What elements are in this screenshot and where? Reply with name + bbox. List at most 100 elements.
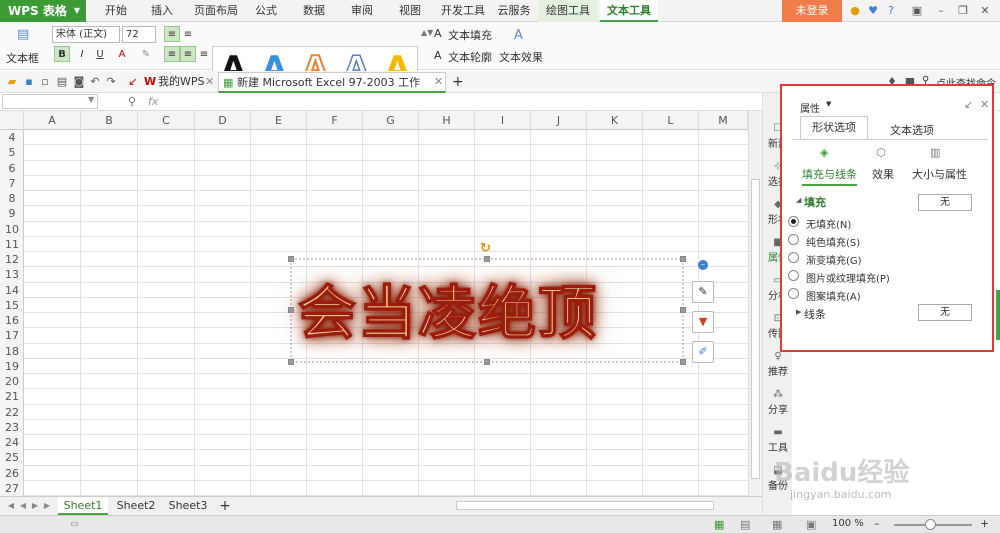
name-box[interactable] [2, 94, 98, 109]
panel-close-icon[interactable]: ✕ [980, 98, 989, 111]
resize-handle[interactable] [484, 359, 490, 365]
menu-insert[interactable]: 插入 [140, 0, 184, 22]
align-right-icon[interactable]: ≡ [196, 46, 212, 62]
row-header[interactable]: 26 [0, 466, 23, 481]
line-section-header[interactable]: 线条 [804, 306, 826, 322]
font-size-select[interactable]: 72 [122, 26, 156, 43]
minimize-icon[interactable]: – [934, 4, 948, 18]
select-all-corner[interactable] [0, 111, 24, 130]
fill-bucket-icon[interactable]: ▼ [692, 311, 714, 333]
row-header[interactable]: 19 [0, 359, 23, 374]
close-icon[interactable]: ✕ [978, 4, 992, 18]
text-effect-button[interactable]: 文本效果 [499, 49, 543, 65]
resize-handle[interactable] [288, 359, 294, 365]
fx-button[interactable]: fx [148, 95, 158, 108]
tab-close-icon[interactable]: ✕ [205, 72, 214, 93]
column-header[interactable]: F [307, 111, 363, 130]
row-header[interactable]: 18 [0, 344, 23, 359]
column-header[interactable]: K [587, 111, 643, 130]
row-header[interactable]: 8 [0, 191, 23, 206]
column-header[interactable]: E [251, 111, 307, 130]
row-header[interactable]: 5 [0, 145, 23, 160]
subtab-size-properties[interactable]: 大小与属性 [912, 166, 967, 182]
tab-text-options[interactable]: 文本选项 [890, 122, 934, 138]
normal-view-icon[interactable]: ▦ [714, 518, 724, 531]
save-icon[interactable]: ▪ [22, 75, 36, 89]
menu-review[interactable]: 审阅 [342, 0, 382, 22]
resize-handle[interactable] [288, 256, 294, 262]
resize-handle[interactable] [680, 256, 686, 262]
help-icon[interactable]: ? [884, 4, 898, 18]
expand-arrow-icon[interactable]: ▶ [796, 308, 801, 316]
row-header[interactable]: 14 [0, 283, 23, 298]
option-no-fill[interactable]: 无填充(N) [788, 216, 851, 231]
align-left-icon[interactable]: ≡ [164, 46, 180, 62]
undo-icon[interactable]: ↶ [88, 75, 102, 89]
bold-button[interactable]: B [54, 46, 70, 62]
row-header[interactable]: 10 [0, 222, 23, 237]
option-picture-fill[interactable]: 图片或纹理填充(P) [788, 270, 890, 285]
row-header[interactable]: 20 [0, 374, 23, 389]
first-sheet-icon[interactable]: ◀ [6, 497, 16, 515]
horizontal-scrollbar[interactable] [456, 501, 714, 510]
row-header[interactable]: 27 [0, 481, 23, 496]
row-header[interactable]: 21 [0, 389, 23, 404]
zoom-slider-thumb[interactable] [925, 519, 936, 530]
app-menu-button[interactable]: WPS 表格 ▼ [0, 0, 86, 22]
column-header[interactable]: L [643, 111, 699, 130]
print-icon[interactable]: ▤ [55, 75, 69, 89]
customize-icon[interactable]: ↙ [126, 75, 140, 89]
row-header[interactable]: 23 [0, 420, 23, 435]
font-select[interactable]: 宋体 (正文) [52, 26, 120, 43]
radio-no-fill[interactable] [788, 216, 799, 227]
textbox-button[interactable]: 文本框 [6, 50, 39, 66]
column-header[interactable]: C [138, 111, 195, 130]
menu-view[interactable]: 视图 [390, 0, 430, 22]
column-header[interactable]: B [81, 111, 138, 130]
menu-data[interactable]: 数据 [294, 0, 334, 22]
column-header[interactable]: A [24, 111, 81, 130]
resize-handle[interactable] [484, 256, 490, 262]
menu-cloud[interactable]: 云服务 [492, 0, 536, 22]
tab-document-close-icon[interactable]: ✕ [434, 72, 443, 93]
size-icon[interactable]: ▥ [930, 146, 940, 159]
column-header[interactable]: I [475, 111, 531, 130]
row-header[interactable]: 15 [0, 298, 23, 313]
preview-icon[interactable]: ◙ [72, 75, 86, 89]
shirt-icon[interactable]: ♥ [866, 4, 880, 18]
panel-title[interactable]: 属性 [800, 100, 820, 115]
radio-picture-fill[interactable] [788, 270, 799, 281]
login-button[interactable]: 未登录 [782, 0, 842, 22]
sheet-tab-1[interactable]: Sheet1 [58, 497, 108, 515]
option-pattern-fill[interactable]: 图案填充(A) [788, 288, 861, 303]
menu-developer[interactable]: 开发工具 [436, 0, 490, 22]
layout-icon[interactable]: ▦ [772, 518, 782, 531]
zoom-level[interactable]: 100 % [832, 518, 864, 529]
vertical-scrollbar[interactable] [748, 111, 762, 496]
zoom-icon[interactable]: ⚲ [128, 95, 136, 108]
zoom-out-icon[interactable]: – [874, 517, 880, 530]
panel-pin-icon[interactable]: ↙ [964, 98, 973, 111]
subtab-effects[interactable]: 效果 [872, 166, 894, 182]
outline-pen-icon[interactable]: ✐ [692, 341, 714, 363]
radio-pattern-fill[interactable] [788, 288, 799, 299]
sidebar-item[interactable]: ⁂ 分享 [763, 389, 793, 416]
rotate-handle-icon[interactable]: ↻ [480, 241, 491, 256]
row-header[interactable]: 24 [0, 435, 23, 450]
last-sheet-icon[interactable]: ▶ [42, 497, 52, 515]
tab-document[interactable]: ▦ 新建 Microsoft Excel 97-2003 工作表.xls * [218, 72, 446, 109]
restore-icon[interactable]: ❐ [956, 4, 970, 18]
sheet-tab-3[interactable]: Sheet3 [164, 497, 212, 515]
edit-shape-icon[interactable]: ✎ [692, 281, 714, 303]
line-none-button[interactable]: 无 [918, 304, 972, 321]
row-header[interactable]: 6 [0, 161, 23, 176]
sheet-tab-2[interactable]: Sheet2 [112, 497, 160, 515]
option-gradient-fill[interactable]: 渐变填充(G) [788, 252, 862, 267]
column-header[interactable]: G [363, 111, 419, 130]
column-header[interactable]: D [195, 111, 251, 130]
resize-handle[interactable] [680, 307, 686, 313]
radio-gradient-fill[interactable] [788, 252, 799, 263]
menu-drawing-tools[interactable]: 绘图工具 [538, 0, 598, 22]
text-outline-button[interactable]: 文本轮廓 [448, 49, 492, 65]
underline-button[interactable]: U [92, 46, 108, 62]
